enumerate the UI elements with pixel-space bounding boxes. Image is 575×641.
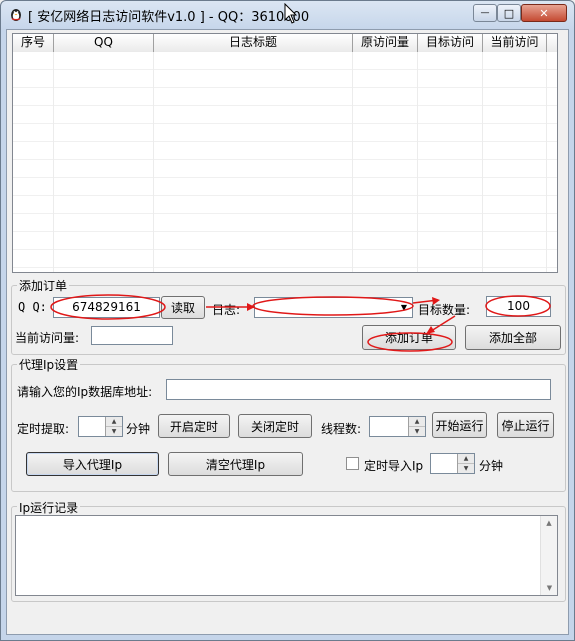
- close-button[interactable]: ✕: [521, 4, 567, 22]
- spin-buttons[interactable]: ▲ ▼: [408, 417, 425, 436]
- qq-label: Q Q:: [18, 300, 47, 314]
- ip-log-group-title: Ip运行记录: [17, 499, 81, 516]
- log-label: 日志:: [212, 303, 241, 317]
- column-header-index[interactable]: 序号: [13, 34, 54, 52]
- read-button[interactable]: 读取: [161, 296, 205, 319]
- column-header-original-visits[interactable]: 原访问量: [353, 34, 418, 52]
- scroll-down-icon[interactable]: ▼: [541, 584, 558, 592]
- threads-value: [370, 417, 408, 436]
- chevron-up-icon[interactable]: ▲: [458, 454, 474, 463]
- timer-extract-value: [79, 417, 105, 436]
- spin-buttons[interactable]: ▲ ▼: [457, 454, 474, 473]
- clear-proxy-button[interactable]: 清空代理Ip: [168, 452, 303, 476]
- ip-database-label: 请输入您的Ip数据库地址:: [17, 385, 153, 399]
- stop-run-button[interactable]: 停止运行: [497, 412, 554, 438]
- minimize-icon: —: [480, 8, 490, 18]
- target-count-input[interactable]: 100: [486, 296, 551, 317]
- spin-buttons[interactable]: ▲ ▼: [105, 417, 122, 436]
- close-icon: ✕: [539, 6, 549, 20]
- timer-extract-stepper[interactable]: ▲ ▼: [78, 416, 123, 437]
- stop-timer-button[interactable]: 关闭定时: [238, 414, 312, 438]
- add-order-group-title: 添加订单: [17, 277, 70, 294]
- add-order-button[interactable]: 添加订单: [362, 325, 456, 350]
- column-divider: [546, 52, 547, 272]
- timed-import-label: 定时导入Ip: [364, 459, 424, 473]
- timed-import-stepper[interactable]: ▲ ▼: [430, 453, 475, 474]
- column-header-log-title[interactable]: 日志标题: [154, 34, 353, 52]
- proxy-settings-group-title: 代理Ip设置: [17, 356, 81, 373]
- timer-minute-unit: 分钟: [126, 422, 151, 436]
- column-header-current-visits[interactable]: 当前访问: [483, 34, 547, 52]
- timer-extract-label: 定时提取:: [17, 422, 70, 436]
- maximize-icon: □: [503, 6, 515, 20]
- mouse-cursor-icon: [284, 3, 298, 24]
- qq-input[interactable]: 674829161: [53, 297, 160, 318]
- chevron-down-icon[interactable]: ▼: [458, 463, 474, 473]
- chevron-down-icon[interactable]: ▼: [106, 426, 122, 436]
- column-divider: [482, 52, 483, 272]
- import-proxy-button[interactable]: 导入代理Ip: [26, 452, 159, 476]
- table-header: 序号 QQ 日志标题 原访问量 目标访问 当前访问: [13, 34, 557, 52]
- column-header-filler: [547, 34, 557, 52]
- column-header-qq[interactable]: QQ: [54, 34, 154, 52]
- timed-import-value: [431, 454, 457, 473]
- minimize-button[interactable]: —: [473, 4, 497, 22]
- maximize-button[interactable]: □: [497, 4, 521, 22]
- column-header-target-visits[interactable]: 目标访问: [418, 34, 483, 52]
- timed-import-checkbox[interactable]: [346, 457, 359, 470]
- chevron-up-icon[interactable]: ▲: [409, 417, 425, 426]
- chevron-down-icon[interactable]: ▼: [396, 298, 412, 317]
- column-divider: [153, 52, 154, 272]
- chevron-down-icon[interactable]: ▼: [409, 426, 425, 436]
- qq-penguin-icon: [11, 9, 21, 21]
- table-body: [13, 52, 557, 272]
- start-run-button[interactable]: 开始运行: [432, 412, 487, 438]
- log-scrollbar[interactable]: ▲ ▼: [540, 516, 557, 595]
- log-select[interactable]: ▼: [254, 297, 413, 318]
- order-table[interactable]: 序号 QQ 日志标题 原访问量 目标访问 当前访问: [12, 33, 558, 273]
- window-title: [ 安亿网络日志访问软件v1.0 ] - QQ：3610000: [28, 10, 310, 25]
- threads-stepper[interactable]: ▲ ▼: [369, 416, 426, 437]
- ip-database-input[interactable]: [166, 379, 551, 400]
- column-divider: [53, 52, 54, 272]
- column-divider: [417, 52, 418, 272]
- timed-import-minute-unit: 分钟: [479, 459, 504, 473]
- scroll-up-icon[interactable]: ▲: [541, 519, 557, 527]
- chevron-up-icon[interactable]: ▲: [106, 417, 122, 426]
- current-visits-label: 当前访问量:: [15, 331, 80, 345]
- start-timer-button[interactable]: 开启定时: [158, 414, 230, 438]
- threads-label: 线程数:: [321, 422, 362, 436]
- ip-log-textarea[interactable]: ▲ ▼: [15, 515, 558, 596]
- current-visits-input[interactable]: [91, 326, 173, 345]
- column-divider: [352, 52, 353, 272]
- add-all-button[interactable]: 添加全部: [465, 325, 561, 350]
- target-count-label: 目标数量:: [418, 303, 471, 317]
